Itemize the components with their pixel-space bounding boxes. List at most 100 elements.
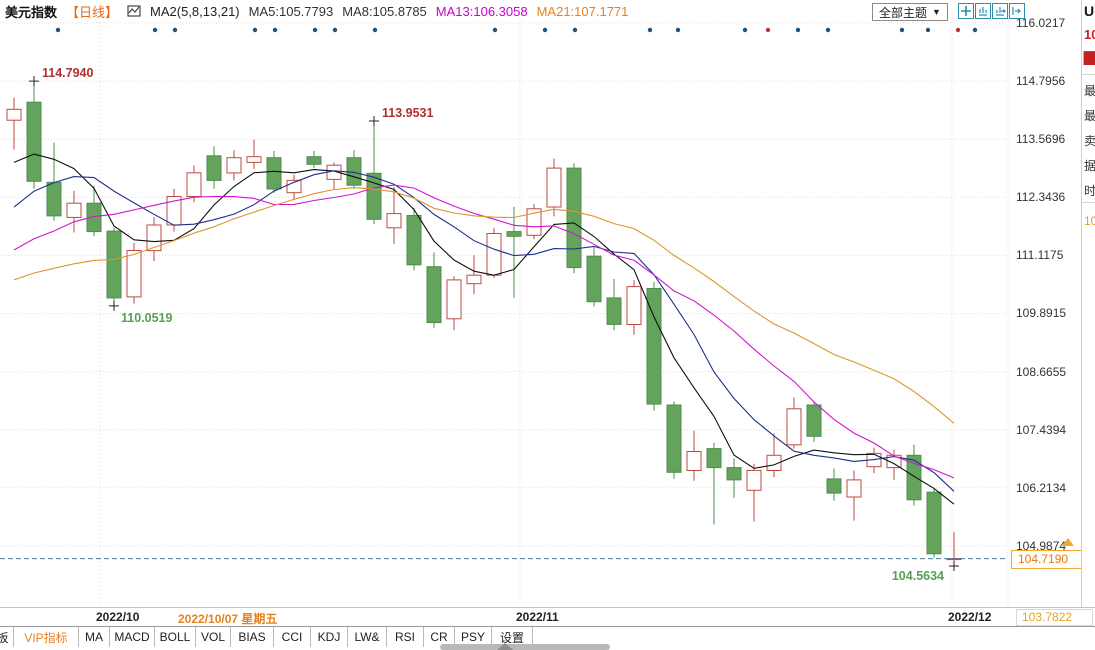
event-dot[interactable] bbox=[676, 28, 680, 32]
event-dot[interactable] bbox=[900, 28, 904, 32]
quote-panel-cutoff: U10▆最最卖据时10 bbox=[1081, 0, 1095, 607]
candle-body[interactable] bbox=[467, 275, 481, 284]
compress-chart-icon[interactable] bbox=[975, 3, 991, 19]
event-dot[interactable] bbox=[313, 28, 317, 32]
indicator-tab-label: 板 bbox=[0, 629, 9, 646]
candle-body[interactable] bbox=[67, 203, 81, 217]
quote-panel-fragment: 最 bbox=[1084, 82, 1095, 99]
candle-body[interactable] bbox=[587, 256, 601, 302]
candle-body[interactable] bbox=[567, 168, 581, 268]
event-dot[interactable] bbox=[796, 28, 800, 32]
candle-body[interactable] bbox=[727, 468, 741, 480]
expand-chart-icon[interactable] bbox=[992, 3, 1008, 19]
event-dot[interactable] bbox=[153, 28, 157, 32]
indicator-tab-kdj[interactable]: KDJ bbox=[311, 627, 348, 647]
indicator-tab-label: KDJ bbox=[318, 630, 341, 644]
theme-dropdown-button[interactable]: 全部主题 ▼ bbox=[872, 3, 948, 21]
candle-body[interactable] bbox=[507, 232, 521, 237]
candle-body[interactable] bbox=[107, 231, 121, 298]
chart-tool-icon[interactable] bbox=[127, 4, 141, 18]
event-dot[interactable] bbox=[648, 28, 652, 32]
indicator-tab-macd[interactable]: MACD bbox=[110, 627, 155, 647]
event-dot-red[interactable] bbox=[956, 28, 960, 32]
event-dot[interactable] bbox=[56, 28, 60, 32]
candle-body[interactable] bbox=[27, 102, 41, 181]
price-annotation: 113.9531 bbox=[382, 106, 433, 120]
event-dot[interactable] bbox=[253, 28, 257, 32]
candle-body[interactable] bbox=[267, 158, 281, 189]
ma-line-ma8 bbox=[14, 171, 954, 492]
candle-body[interactable] bbox=[547, 168, 561, 207]
y-axis-label: 112.3436 bbox=[1016, 190, 1065, 204]
candle-body[interactable] bbox=[707, 449, 721, 468]
indicator-tab-label: RSI bbox=[395, 630, 415, 644]
month-label: 2022/10 bbox=[96, 610, 139, 624]
event-dot[interactable] bbox=[743, 28, 747, 32]
event-dot[interactable] bbox=[333, 28, 337, 32]
indicator-tab-cci[interactable]: CCI bbox=[274, 627, 311, 647]
event-dot[interactable] bbox=[543, 28, 547, 32]
indicator-tab-label: BIAS bbox=[238, 630, 265, 644]
event-dot[interactable] bbox=[173, 28, 177, 32]
candle-body[interactable] bbox=[367, 173, 381, 219]
event-dot[interactable] bbox=[373, 28, 377, 32]
candle-body[interactable] bbox=[627, 287, 641, 325]
quote-panel-fragment: 最 bbox=[1084, 107, 1095, 124]
indicator-tab-vip[interactable]: VIP指标 bbox=[14, 627, 79, 647]
candle-body[interactable] bbox=[847, 480, 861, 497]
candle-body[interactable] bbox=[927, 492, 941, 554]
candle-body[interactable] bbox=[487, 234, 501, 276]
indicator-tab-ma[interactable]: MA bbox=[79, 627, 110, 647]
axis-bottom-price: 103.7822 bbox=[1016, 609, 1093, 626]
candle-body[interactable] bbox=[127, 251, 141, 297]
chart-application-window: 美元指数 【日线】 MA2(5,8,13,21) MA5:105.7793 MA… bbox=[0, 0, 1095, 650]
candle-body[interactable] bbox=[747, 470, 761, 490]
candle-body[interactable] bbox=[7, 109, 21, 120]
indicator-tab-boll[interactable]: BOLL bbox=[155, 627, 196, 647]
candle-body[interactable] bbox=[47, 182, 61, 216]
candle-body[interactable] bbox=[687, 452, 701, 471]
candle-body[interactable] bbox=[247, 157, 261, 163]
date-axis: 103.7822 2022/102022/112022/122022/10/07… bbox=[0, 607, 1095, 627]
event-dot[interactable] bbox=[573, 28, 577, 32]
candle-body[interactable] bbox=[827, 479, 841, 493]
period-label: 【日线】 bbox=[66, 2, 118, 21]
candle-body[interactable] bbox=[227, 158, 241, 173]
goto-latest-icon[interactable] bbox=[1009, 3, 1025, 19]
event-dot[interactable] bbox=[493, 28, 497, 32]
candle-body[interactable] bbox=[207, 156, 221, 181]
panel-expand-handle[interactable] bbox=[440, 644, 610, 650]
chevron-down-icon: ▼ bbox=[932, 7, 941, 17]
symbol-name: 美元指数 bbox=[5, 2, 57, 21]
theme-dropdown-label: 全部主题 bbox=[879, 4, 927, 21]
candle-body[interactable] bbox=[427, 267, 441, 323]
indicator-tab-lw[interactable]: LW& bbox=[348, 627, 387, 647]
month-label: 2022/12 bbox=[948, 610, 991, 624]
crosshair-icon[interactable] bbox=[958, 3, 974, 19]
candle-body[interactable] bbox=[387, 214, 401, 228]
event-dot-red[interactable] bbox=[766, 28, 770, 32]
indicator-tab-vol[interactable]: VOL bbox=[196, 627, 231, 647]
candle-body[interactable] bbox=[667, 405, 681, 472]
candle-body[interactable] bbox=[607, 298, 621, 325]
candle-body[interactable] bbox=[307, 157, 321, 165]
candle-body[interactable] bbox=[807, 405, 821, 436]
event-dot[interactable] bbox=[926, 28, 930, 32]
event-dot[interactable] bbox=[826, 28, 830, 32]
current-price-value: 104.7190 bbox=[1018, 552, 1068, 566]
indicator-tab-[interactable]: 板 bbox=[0, 627, 14, 647]
event-dot[interactable] bbox=[973, 28, 977, 32]
candle-body[interactable] bbox=[787, 409, 801, 445]
candle-body[interactable] bbox=[187, 173, 201, 197]
candlestick-chart[interactable]: 114.7940113.9531110.0519104.5634 bbox=[0, 0, 1010, 607]
candle-body[interactable] bbox=[407, 216, 421, 265]
y-axis-label: 108.6655 bbox=[1016, 365, 1066, 379]
candle-body[interactable] bbox=[147, 225, 161, 251]
candle-body[interactable] bbox=[347, 158, 361, 186]
indicator-tab-label: BOLL bbox=[160, 630, 191, 644]
candle-body[interactable] bbox=[447, 280, 461, 319]
extreme-cross-marker bbox=[109, 301, 119, 311]
event-dot[interactable] bbox=[273, 28, 277, 32]
indicator-tab-rsi[interactable]: RSI bbox=[387, 627, 424, 647]
indicator-tab-bias[interactable]: BIAS bbox=[231, 627, 274, 647]
